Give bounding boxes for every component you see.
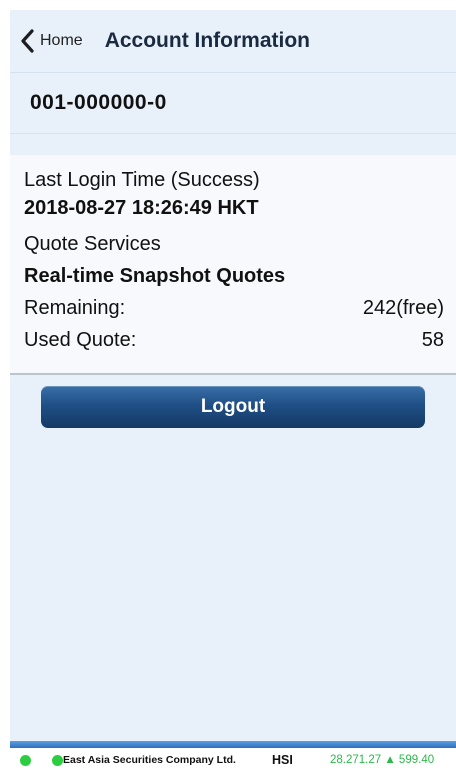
ticker-bar: East Asia Securities Company Ltd. HSI 28…: [0, 748, 456, 773]
remaining-label: Remaining:: [24, 297, 126, 319]
page-title: Account Information: [104, 29, 311, 52]
navigation-bar: Home Account Information: [10, 10, 456, 73]
last-login-value: 2018-08-27 18:26:49 HKT: [24, 197, 259, 219]
back-button[interactable]: Home: [20, 29, 83, 53]
account-info-panel: Last Login Time (Success) 2018-08-27 18:…: [10, 155, 456, 375]
status-dot-icon: [20, 755, 31, 766]
index-value: 28.271.27 ▲ 599.40: [330, 754, 435, 766]
used-quote-row: Used Quote: 58: [24, 329, 444, 352]
chevron-left-icon: [21, 29, 34, 53]
remaining-value: 242(free): [362, 297, 444, 319]
app-container: Home Account Information 001-000000-0 La…: [10, 10, 456, 742]
remaining-row: Remaining: 242(free): [24, 297, 444, 320]
company-name: East Asia Securities Company Ltd.: [63, 754, 236, 766]
used-quote-value: 58: [421, 329, 444, 351]
account-number: 001-000000-0: [30, 91, 167, 114]
index-name: HSI: [272, 753, 293, 767]
bottom-accent-bar: [10, 741, 456, 748]
quote-services-value: Real-time Snapshot Quotes: [24, 265, 286, 287]
status-dot-icon: [52, 755, 63, 766]
screen: Home Account Information 001-000000-0 La…: [0, 0, 456, 773]
back-label: Home: [40, 32, 83, 49]
logout-button[interactable]: Logout: [41, 386, 425, 428]
last-login-label: Last Login Time (Success): [24, 169, 260, 191]
used-quote-label: Used Quote:: [24, 329, 137, 351]
quote-services-label: Quote Services: [24, 233, 161, 255]
account-header: 001-000000-0: [10, 73, 456, 134]
